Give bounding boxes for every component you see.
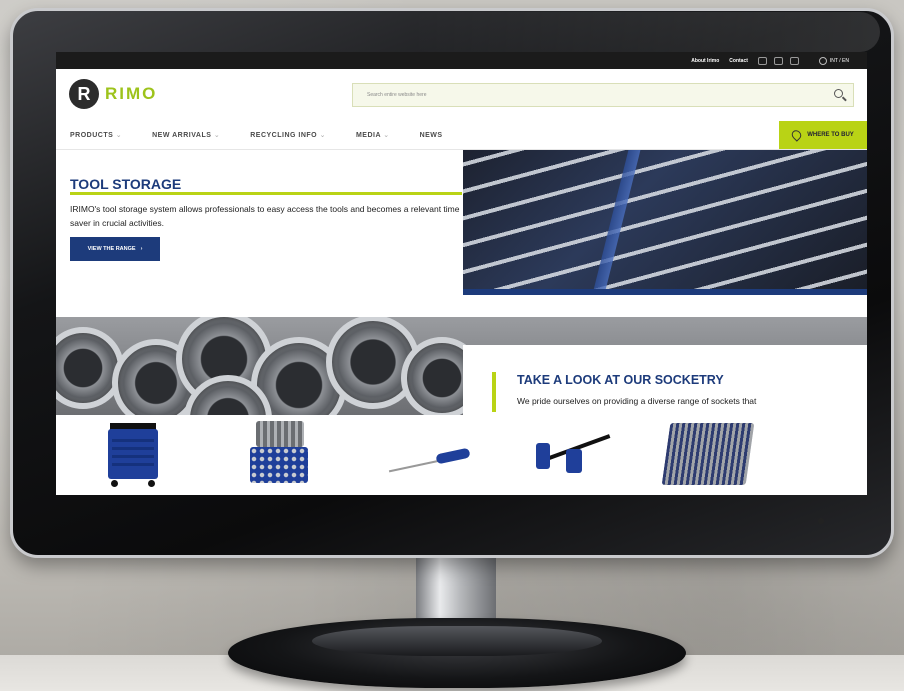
nav-item-new-arrivals[interactable]: NEW ARRIVALS ⌄ (152, 131, 220, 139)
view-the-range-label: VIEW THE RANGE (87, 246, 136, 252)
clamp-image[interactable] (526, 434, 612, 477)
tool-cabinet-image[interactable] (108, 421, 158, 487)
nav-item-news[interactable]: NEWS (420, 132, 443, 139)
contact-link[interactable]: Contact (729, 58, 748, 64)
website-screen: About Irimo Contact INT / EN R RIMO Sear… (56, 52, 867, 495)
hero-photo-accent-bar (463, 289, 867, 295)
logo-text: RIMO (105, 84, 158, 103)
tool-storage-photo (463, 150, 867, 290)
chevron-right-icon: › (140, 246, 143, 252)
instagram-icon[interactable] (789, 56, 799, 65)
view-the-range-button[interactable]: VIEW THE RANGE › (70, 237, 160, 261)
nav-item-recycling-info[interactable]: RECYCLING INFO ⌄ (250, 131, 326, 139)
hero-description: IRIMO's tool storage system allows profe… (70, 204, 460, 228)
main-nav: PRODUCTS ⌄ NEW ARRIVALS ⌄ RECYCLING INFO… (56, 121, 867, 150)
tool-case-image[interactable] (661, 423, 755, 487)
language-selector[interactable]: INT / EN (818, 56, 849, 65)
bezel-glare (410, 12, 880, 52)
about-link[interactable]: About Irimo (691, 58, 719, 64)
top-utility-bar: About Irimo Contact INT / EN (56, 52, 867, 69)
youtube-icon[interactable] (773, 56, 783, 65)
site-header: R RIMO Search entire website here (56, 69, 867, 121)
search-input[interactable]: Search entire website here (352, 83, 854, 107)
socketry-accent-bar (492, 372, 496, 412)
nav-item-products[interactable]: PRODUCTS ⌄ (70, 131, 122, 139)
logo-mark: R (69, 79, 99, 109)
socket-set-image[interactable] (250, 421, 308, 489)
location-pin-icon (790, 128, 804, 142)
language-label: INT / EN (829, 57, 849, 64)
hero-title-underline (70, 192, 462, 195)
socketry-title: TAKE A LOOK AT OUR SOCKETRY (517, 373, 724, 387)
chevron-down-icon: ⌄ (319, 132, 326, 139)
hero-title: TOOL STORAGE (70, 176, 182, 192)
where-to-buy-label: WHERE TO BUY (807, 132, 854, 138)
search-placeholder: Search entire website here (367, 92, 427, 98)
chevron-down-icon: ⌄ (115, 132, 123, 139)
where-to-buy-button[interactable]: WHERE TO BUY (779, 121, 867, 149)
nav-item-media[interactable]: MEDIA ⌄ (356, 131, 390, 139)
facebook-icon[interactable] (757, 56, 767, 65)
globe-icon (818, 56, 827, 65)
screwdriver-image[interactable] (388, 447, 472, 473)
product-strip (56, 415, 867, 495)
search-icon[interactable] (834, 89, 843, 98)
socketry-text: We pride ourselves on providing a divers… (517, 396, 757, 406)
chevron-down-icon: ⌄ (383, 132, 390, 139)
irimo-logo[interactable]: R RIMO (69, 79, 157, 109)
monitor-stand-base-top (312, 626, 602, 656)
tool-storage-hero: TOOL STORAGE IRIMO's tool storage system… (56, 150, 867, 318)
social-links (757, 56, 799, 65)
power-led (818, 518, 824, 524)
chevron-down-icon: ⌄ (213, 132, 221, 139)
